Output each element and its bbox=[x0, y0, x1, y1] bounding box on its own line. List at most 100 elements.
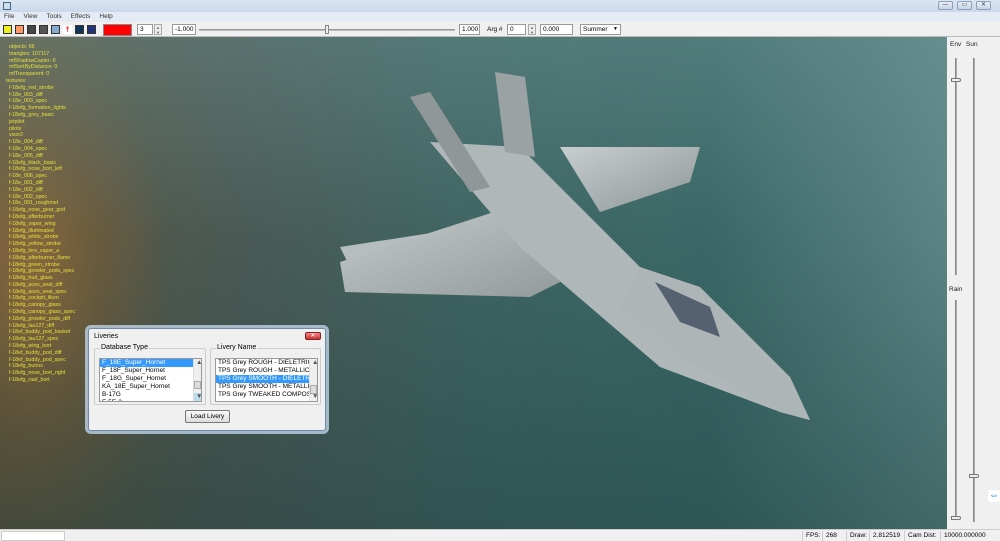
info-line: f-18efg_aces_seat_diff bbox=[9, 281, 63, 288]
info-line: f-18efg_white_strobe bbox=[9, 234, 59, 241]
sun-slider[interactable] bbox=[973, 58, 975, 522]
info-line: f-18efg_vapor_wing bbox=[9, 220, 56, 227]
info-line: f-18efg_illuminated bbox=[9, 227, 54, 234]
info-line: mfShadowCaster: 0 bbox=[9, 57, 56, 64]
arg-label: Arg # bbox=[487, 26, 503, 33]
status-field bbox=[1, 531, 65, 541]
info-line: mfSortByDistance: 0 bbox=[9, 64, 58, 71]
list-item[interactable]: TPS Grey ROUGH - DIELETRIC bbox=[216, 359, 312, 367]
season-select[interactable]: Summer ▼ bbox=[580, 24, 621, 35]
load-livery-button[interactable]: Load Livery bbox=[185, 410, 230, 423]
draw-value: 2.812519 bbox=[869, 531, 904, 541]
info-line: f-18efg_canopy_glass bbox=[9, 302, 61, 309]
list-item[interactable]: B-17G bbox=[100, 391, 193, 399]
info-line: f-18efg_bunos bbox=[9, 363, 43, 370]
list-item[interactable]: TPS Grey SMOOTH - METALLIC bbox=[216, 383, 314, 391]
texture-icon[interactable] bbox=[75, 25, 84, 34]
database-type-group: Database Type F_18E_Super_Hornet F_18F_Su… bbox=[94, 344, 206, 405]
count-spinner[interactable]: ▲ ▼ bbox=[154, 24, 162, 35]
arg-result-field[interactable]: 0.000 bbox=[540, 24, 573, 35]
info-line: f-18efg_lau127_spec bbox=[9, 336, 59, 343]
arg-slider-thumb[interactable] bbox=[325, 25, 329, 34]
dialog-title: Liveries bbox=[94, 333, 119, 340]
rain-slider[interactable] bbox=[955, 300, 957, 520]
info-line: f-18efg_grey_basic bbox=[9, 111, 55, 118]
fps-value: 268 bbox=[822, 531, 846, 541]
env-label: Env bbox=[950, 41, 962, 48]
vertical-stabilizer-right bbox=[495, 72, 535, 157]
env-slider[interactable] bbox=[955, 58, 957, 275]
menu-view[interactable]: View bbox=[23, 12, 37, 22]
3d-viewport[interactable]: objects: 66 triangles: 107117 mfShadowCast… bbox=[0, 37, 947, 529]
maximize-button[interactable]: ▭ bbox=[957, 1, 972, 10]
max-value-field[interactable]: 1.000 bbox=[459, 24, 480, 35]
info-line: f-18efg_afterburner_flame bbox=[9, 254, 71, 261]
grid-icon[interactable] bbox=[51, 25, 60, 34]
aircraft-model bbox=[340, 72, 810, 420]
chevron-down-icon: ▼ bbox=[613, 26, 618, 32]
status-bar: FPS: 268 Draw: 2.812519 Cam Dist: 10000.… bbox=[0, 529, 1000, 541]
info-line: f-18efg_yellow_strobe bbox=[9, 241, 61, 248]
rain-label: Rain bbox=[949, 286, 963, 293]
remote-control-icon[interactable]: ⇔ bbox=[988, 490, 1000, 502]
vertical-stabilizer-left bbox=[410, 92, 490, 192]
list-item[interactable]: TPS Grey TWEAKED COMPOSITE bbox=[216, 391, 317, 399]
season-value: Summer bbox=[583, 26, 608, 33]
info-line: f-18efg_nose_bort_left bbox=[9, 166, 63, 173]
minimize-button[interactable]: — bbox=[938, 1, 953, 10]
menu-help[interactable]: Help bbox=[99, 12, 112, 22]
light-icon[interactable] bbox=[87, 25, 96, 34]
figure-icon[interactable]: ☨ bbox=[63, 25, 72, 34]
liveries-dialog: Liveries ✕ Database Type F_18E_Super_Hor… bbox=[88, 328, 326, 431]
info-line: f-18efg_growler_pods_spec bbox=[9, 268, 75, 275]
info-line: mfTransparent: 0 bbox=[9, 71, 50, 78]
info-line: f-18efg_lerx_vapor_a bbox=[9, 247, 60, 254]
info-line: f-18e_002_diff bbox=[9, 186, 43, 193]
list-item[interactable]: F_18E_Super_Hornet bbox=[100, 359, 193, 367]
info-line: f-18efg_raaf_bort bbox=[9, 377, 50, 384]
color-swatch[interactable] bbox=[103, 24, 132, 36]
arg-field[interactable]: 0 bbox=[507, 24, 526, 35]
info-line: f-18e_006_spec bbox=[9, 173, 47, 180]
list-item[interactable]: F-5E-3 bbox=[100, 399, 193, 401]
rain-slider-thumb[interactable] bbox=[951, 516, 961, 520]
open-file-icon[interactable] bbox=[3, 25, 12, 34]
dialog-close-button[interactable]: ✕ bbox=[305, 332, 321, 340]
camera2-icon[interactable] bbox=[39, 25, 48, 34]
livery-name-label: Livery Name bbox=[216, 344, 258, 351]
info-line: f-18efg_wing_bort bbox=[9, 343, 52, 350]
list-item[interactable]: TPS Grey SMOOTH - DIELETRIC bbox=[216, 375, 317, 383]
list-item[interactable]: KA_18E_Super_Hornet bbox=[100, 383, 193, 391]
info-line: f-18e_004_spec bbox=[9, 145, 47, 152]
info-line: f-18efg_cockpit_illum bbox=[9, 295, 59, 302]
menu-tools[interactable]: Tools bbox=[46, 12, 61, 22]
menu-effects[interactable]: Effects bbox=[71, 12, 91, 22]
env-slider-thumb[interactable] bbox=[951, 77, 961, 82]
info-line: f-18e_003_spec bbox=[9, 98, 47, 105]
info-line: triangles: 107117 bbox=[9, 50, 50, 57]
count-field[interactable]: 3 bbox=[137, 24, 153, 35]
menu-bar: File View Tools Effects Help bbox=[0, 12, 1000, 22]
run-icon[interactable] bbox=[15, 25, 24, 34]
close-button[interactable]: ✕ bbox=[976, 1, 991, 10]
list-item[interactable]: F_18G_Super_Hornet bbox=[100, 375, 193, 383]
camera-icon[interactable] bbox=[27, 25, 36, 34]
info-line: f-18efg_aces_seat_spec bbox=[9, 288, 67, 295]
draw-label: Draw: bbox=[846, 531, 869, 541]
livery-name-list[interactable]: TPS Grey ROUGH - DIELETRIC TPS Grey ROUGH… bbox=[215, 358, 318, 402]
title-bar: — ▭ ✕ bbox=[0, 0, 1000, 12]
toolbar: ☨ 3 ▲ ▼ -1.000 1.000 Arg # 0 ▲ ▼ 0.000 Sum… bbox=[0, 22, 1000, 37]
info-line: f-18efg_hud_glass bbox=[9, 275, 53, 282]
list-item[interactable]: TPS Grey ROUGH - METALLIC bbox=[216, 367, 310, 375]
sun-slider-thumb[interactable] bbox=[969, 473, 979, 478]
arg-spinner[interactable]: ▲ ▼ bbox=[528, 24, 536, 35]
database-type-list[interactable]: F_18E_Super_Hornet F_18F_Super_Hornet F_18… bbox=[99, 358, 202, 402]
min-value-field[interactable]: -1.000 bbox=[172, 24, 196, 35]
scrollbar[interactable]: ▲ ▼ bbox=[309, 359, 317, 401]
info-line: f-18ef_buddy_pod_diff bbox=[9, 349, 62, 356]
list-item[interactable]: F_18F_Super_Hornet bbox=[100, 367, 193, 375]
scene-info-overlay: objects: 66 triangles: 107117 mfShadowCast… bbox=[6, 44, 75, 384]
menu-file[interactable]: File bbox=[4, 12, 14, 22]
info-line: f-18e_002_spec bbox=[9, 193, 47, 200]
scrollbar[interactable]: ▲ ▼ bbox=[193, 359, 201, 401]
